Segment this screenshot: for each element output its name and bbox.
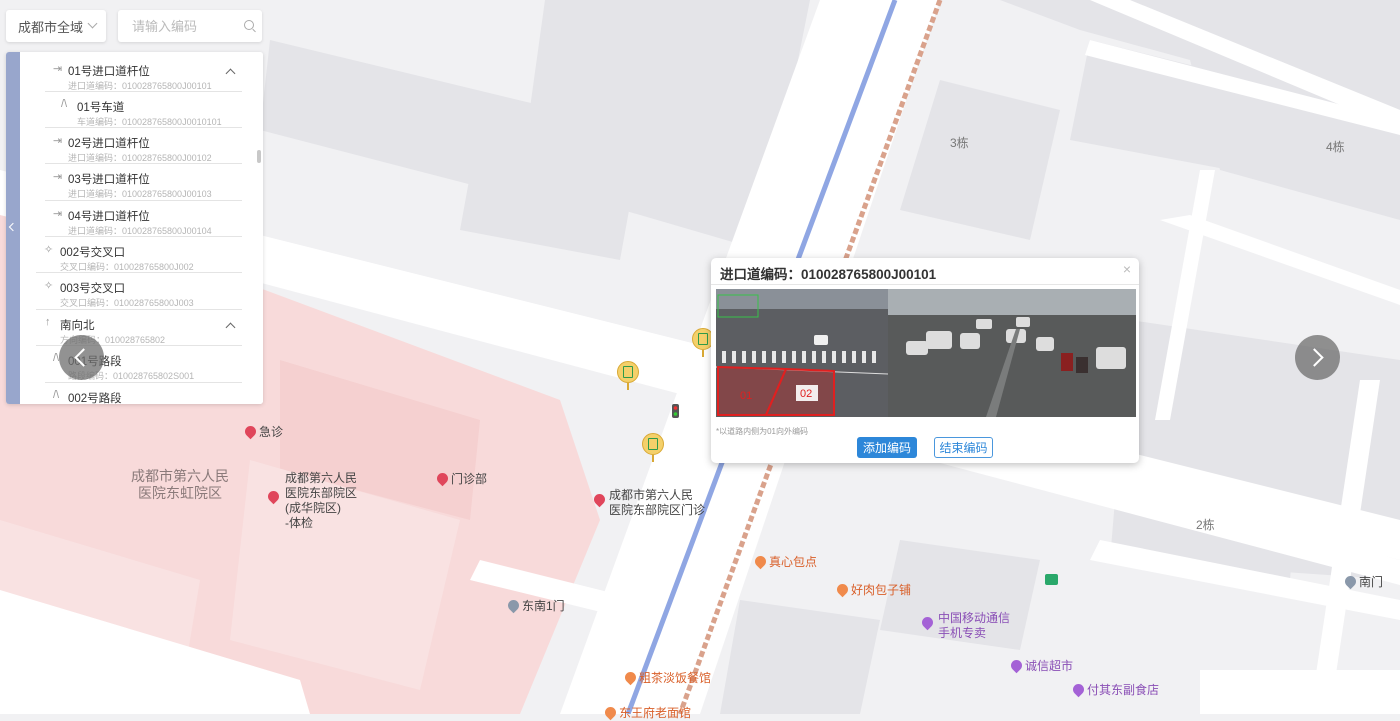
gate-pin-icon: [505, 597, 522, 614]
entrance-icon: ⇥: [53, 208, 63, 220]
chevron-down-icon: [87, 18, 98, 29]
panel-collapse-toggle[interactable]: [6, 52, 20, 404]
poi-china-mobile[interactable]: 中国移动通信 手机专卖: [919, 611, 1010, 641]
entrance-icon: [698, 333, 708, 345]
food-pin-icon: [752, 553, 769, 570]
entrance-icon: [648, 438, 658, 450]
poi-zhenxin[interactable]: 真心包点: [752, 553, 817, 570]
hospital-pin-icon: [591, 491, 608, 508]
tree-item-entrance-01[interactable]: ⇥ 01号进口道杆位 进口道编码：010028765800J00101: [45, 56, 242, 92]
search-box: [118, 10, 262, 42]
tree-item-entrance-02[interactable]: ⇥ 02号进口道杆位 进口道编码：010028765800J00102: [45, 128, 242, 164]
food-pin-icon: [602, 704, 619, 721]
direction-arrow-icon: ↑: [45, 316, 51, 328]
tree-scrollbar[interactable]: [256, 52, 263, 404]
poi-baozi[interactable]: 好肉包子铺: [834, 581, 911, 598]
lane-label-02: 02: [800, 388, 812, 400]
poi-southeast-gate[interactable]: 东南1门: [505, 597, 565, 614]
building-label-2: 2栋: [1196, 518, 1215, 532]
close-icon[interactable]: ×: [1123, 261, 1131, 277]
food-pin-icon: [834, 581, 851, 598]
tree-panel: ⇥ 01号进口道杆位 进口道编码：010028765800J00101 /\ 0…: [6, 52, 263, 404]
shop-pin-icon: [1070, 681, 1087, 698]
camera-image[interactable]: 01 02: [716, 289, 1136, 417]
hospital-pin-icon: [434, 470, 451, 487]
tree-item-entrance-04[interactable]: ⇥ 04号进口道杆位 进口道编码：010028765800J00104: [45, 201, 242, 237]
shop-pin-icon: [919, 614, 936, 631]
popup-title: 进口道编码：010028765800J00101: [720, 267, 937, 282]
white-corner-block: [1200, 670, 1400, 714]
tree-item-segment-002[interactable]: /\ 002号路段: [45, 383, 242, 404]
end-code-button[interactable]: 结束编码: [934, 437, 993, 458]
poi-fuqi[interactable]: 付其东副食店: [1070, 681, 1159, 698]
poi-south-gate[interactable]: 南门: [1342, 573, 1383, 590]
poi-outpatient-dept[interactable]: 门诊部: [434, 470, 487, 487]
hospital-pin-icon: [242, 423, 259, 440]
lane-icon: /\: [53, 389, 60, 401]
poi-noodle-shop[interactable]: 东王府老面馆: [602, 704, 691, 721]
city-select[interactable]: 成都市全域: [6, 10, 106, 42]
tree-item-lane-01[interactable]: /\ 01号车道 车道编码：010028765800J0010101: [45, 92, 242, 128]
bus-stop-icon: [1045, 574, 1058, 585]
shop-pin-icon: [1008, 657, 1025, 674]
hospital-pin-icon: [265, 488, 282, 505]
entrance-marker-3[interactable]: [642, 433, 664, 462]
poi-clinic[interactable]: 成都市第六人民 医院东部院区门诊: [591, 488, 705, 518]
poi-tea-restaurant[interactable]: 粗茶淡饭餐馆: [622, 669, 711, 686]
chevron-up-icon[interactable]: [225, 68, 236, 79]
intersection-icon: ✧: [44, 244, 54, 256]
tree-item-intersection-002[interactable]: ✧ 002号交叉口 交叉口编码：010028765800J002: [36, 237, 242, 273]
intersection-icon: ✧: [44, 280, 54, 292]
poi-hospital-east[interactable]: 成都第六人民 医院东部院区 (成华院区) -体检: [265, 471, 357, 531]
divider: [711, 284, 1139, 285]
area-label-hospital: 成都市第六人民医院东虹院区: [131, 468, 229, 501]
entrance-code-popup: 进口道编码：010028765800J00101 × 01 02 *以道路内侧为…: [711, 258, 1139, 463]
search-input[interactable]: [130, 10, 244, 42]
add-code-button[interactable]: 添加编码: [857, 437, 917, 458]
camera-snapshot: 01 02: [716, 289, 1136, 417]
carousel-next-button[interactable]: [1295, 335, 1340, 380]
tree-item-entrance-03[interactable]: ⇥ 03号进口道杆位 进口道编码：010028765800J00103: [45, 164, 242, 201]
poi-chengxin[interactable]: 诚信超市: [1008, 657, 1073, 674]
entrance-icon: ⇥: [53, 171, 63, 183]
lane-icon: /\: [61, 98, 68, 110]
chevron-right-icon: [1305, 348, 1324, 367]
chevron-up-icon[interactable]: [225, 322, 236, 333]
entrance-icon: ⇥: [53, 63, 63, 75]
scrollbar-thumb[interactable]: [257, 150, 261, 163]
entrance-marker-1[interactable]: [617, 361, 639, 390]
chevron-left-icon: [74, 348, 93, 367]
carousel-prev-button[interactable]: [59, 335, 104, 380]
entrance-icon: [623, 366, 633, 378]
tree-item-intersection-003[interactable]: ✧ 003号交叉口 交叉口编码：010028765800J003: [36, 273, 242, 310]
chevron-left-icon: [8, 222, 18, 232]
poi-emergency[interactable]: 急诊: [242, 423, 283, 440]
building-label-3: 3栋: [950, 136, 969, 150]
encoding-note: *以道路内侧为01向外编码: [716, 427, 809, 436]
entrance-icon: ⇥: [53, 135, 63, 147]
lane-label-01: 01: [740, 390, 752, 402]
food-pin-icon: [622, 669, 639, 686]
tree-list: ⇥ 01号进口道杆位 进口道编码：010028765800J00101 /\ 0…: [20, 52, 254, 404]
gate-pin-icon: [1342, 573, 1359, 590]
search-icon[interactable]: [244, 20, 254, 30]
building-label-4: 4栋: [1326, 140, 1345, 154]
